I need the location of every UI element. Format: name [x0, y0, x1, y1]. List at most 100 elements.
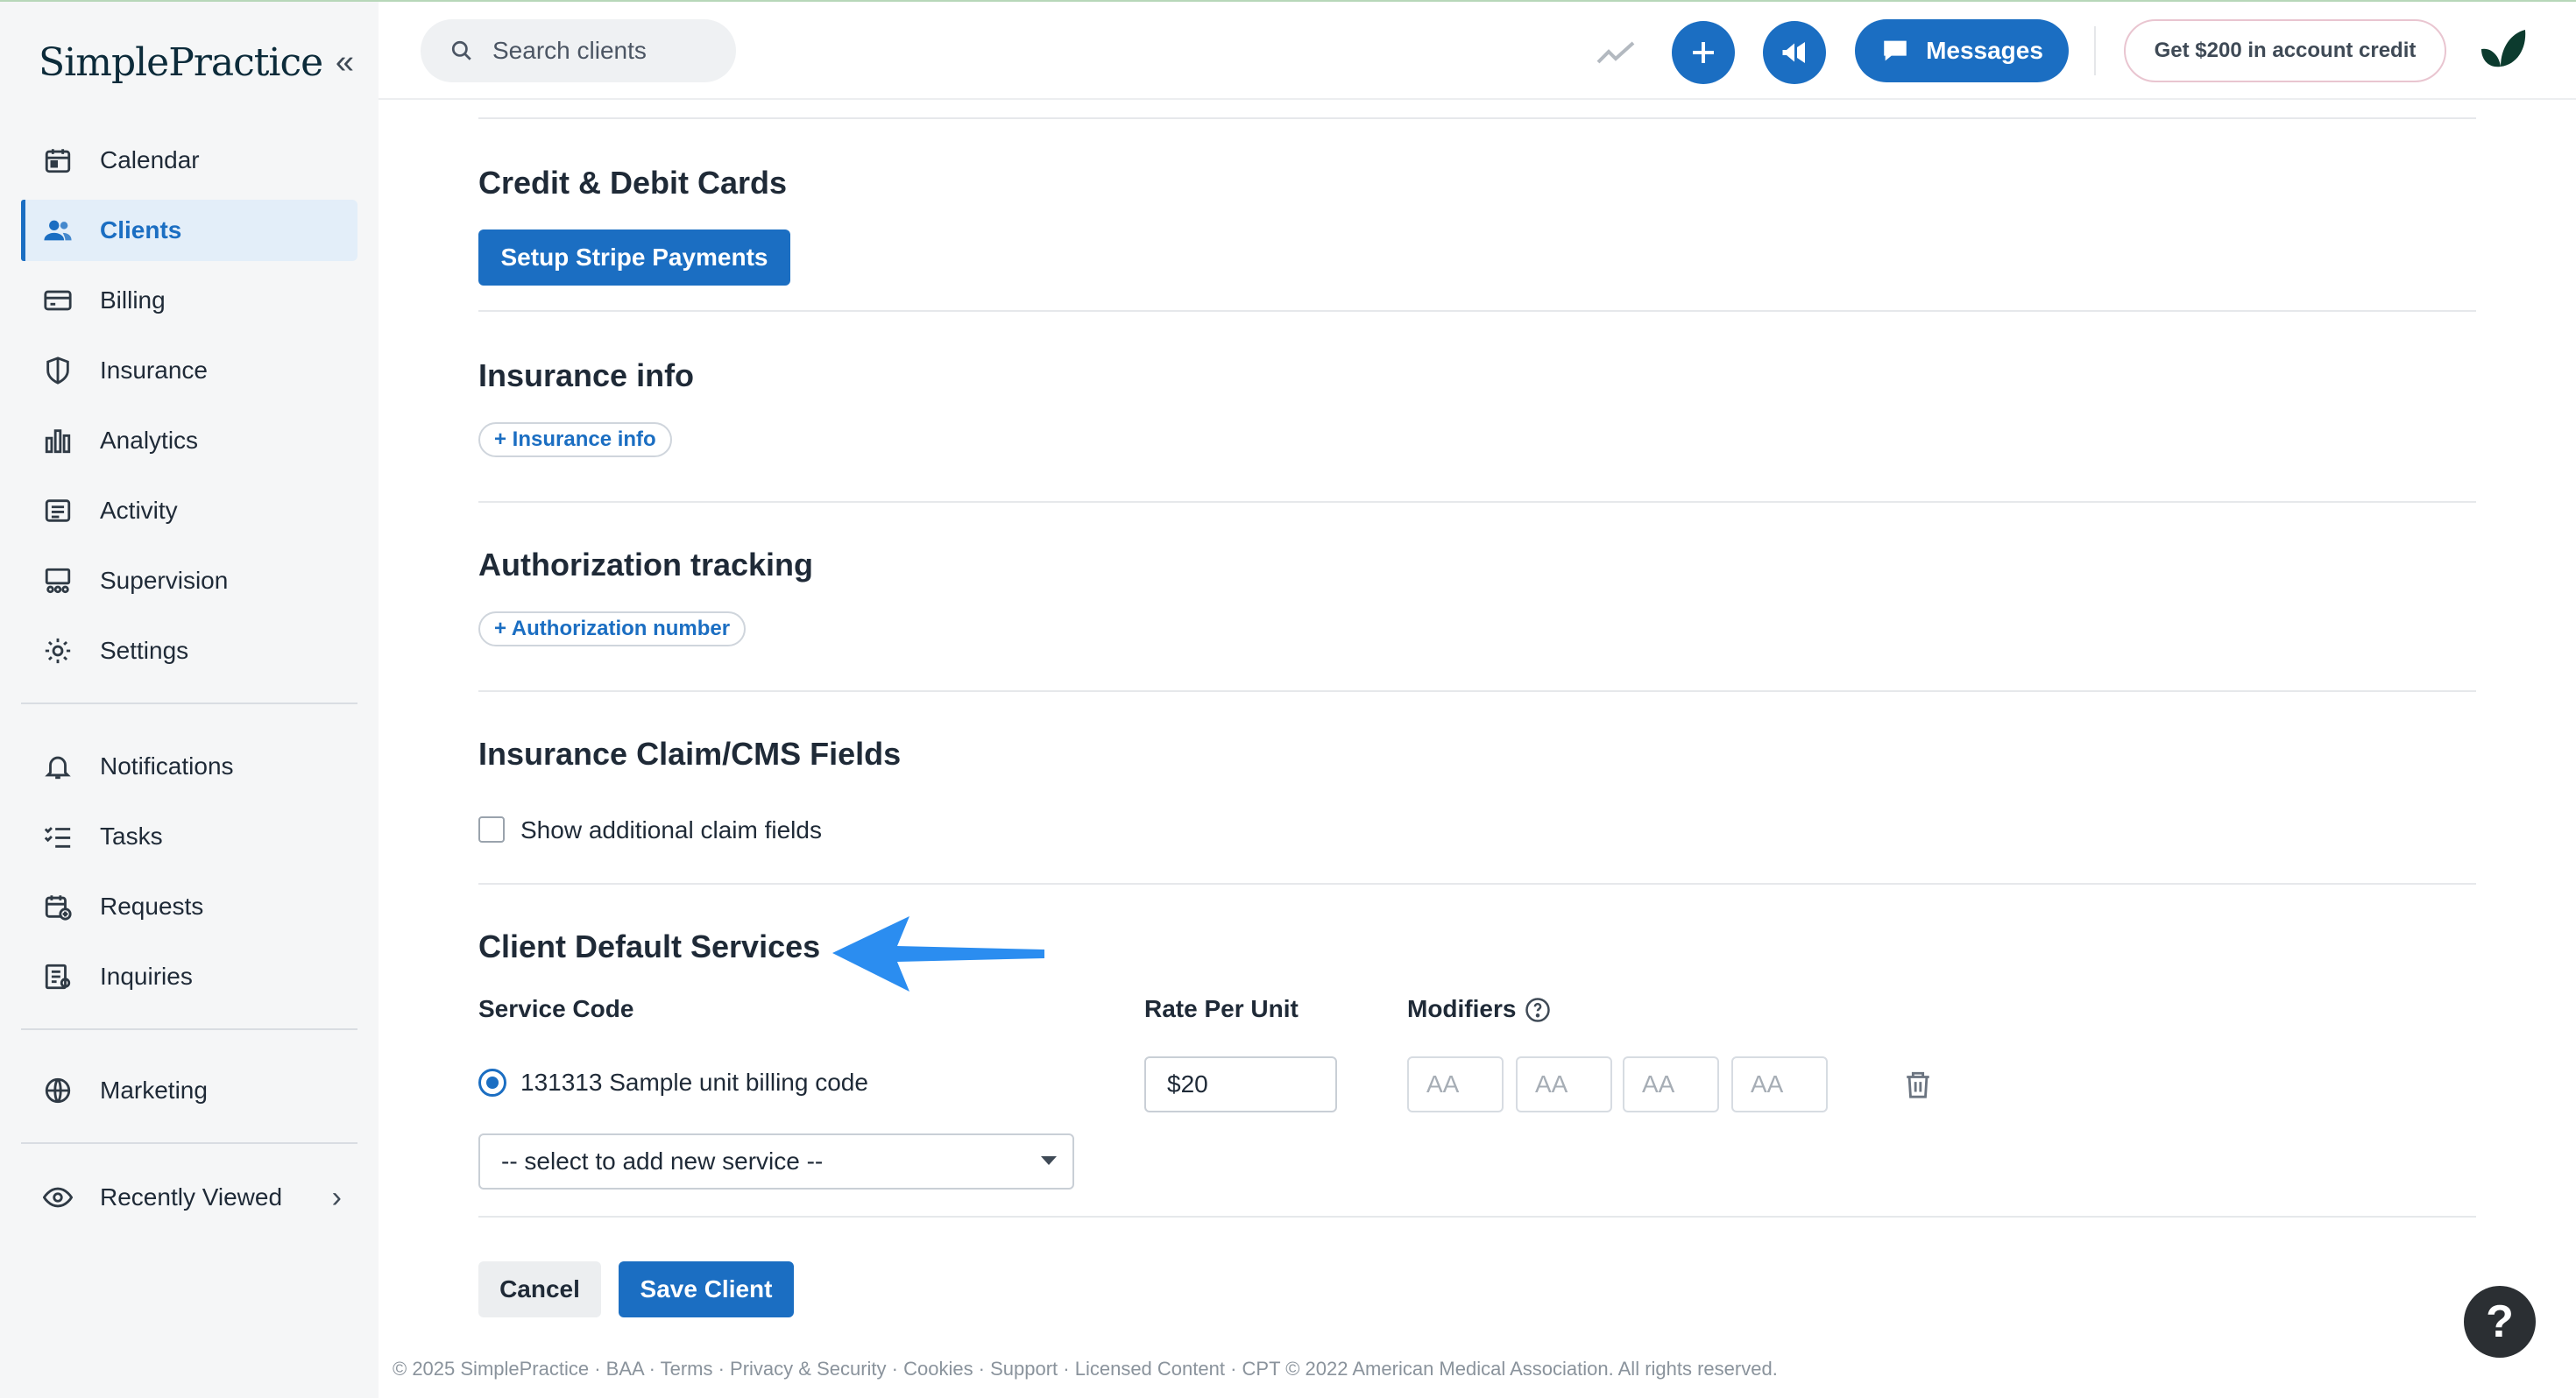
- section-title-insurance: Insurance info: [478, 357, 695, 393]
- rate-per-unit-input[interactable]: $20: [1144, 1056, 1337, 1112]
- topbar-separator: [2094, 26, 2096, 75]
- sidebar-item-billing[interactable]: Billing: [21, 270, 357, 331]
- section-divider: [478, 117, 2476, 119]
- sidebar-divider: [21, 1028, 357, 1030]
- sidebar-item-label: Analytics: [100, 427, 199, 454]
- add-button[interactable]: [1672, 21, 1735, 84]
- chevron-down-icon: [1041, 1156, 1057, 1165]
- column-header-rate: Rate Per Unit: [1144, 995, 1299, 1022]
- sidebar-divider: [21, 1142, 357, 1144]
- section-title-default-services: Client Default Services: [478, 928, 821, 964]
- globe-icon: [40, 1073, 75, 1108]
- shield-icon: [40, 353, 75, 388]
- modifier-input-3[interactable]: AA: [1623, 1056, 1719, 1112]
- sidebar-item-label: Notifications: [100, 752, 234, 780]
- setup-stripe-button[interactable]: Setup Stripe Payments: [478, 229, 790, 286]
- sidebar-item-label: Tasks: [100, 823, 163, 850]
- column-header-service-code: Service Code: [478, 995, 634, 1022]
- add-service-select-value: -- select to add new service --: [501, 1147, 824, 1175]
- collapse-sidebar-icon[interactable]: «: [336, 46, 354, 79]
- sidebar-item-calendar[interactable]: Calendar: [21, 130, 357, 191]
- sidebar-item-label: Recently Viewed: [100, 1183, 283, 1211]
- save-client-button[interactable]: Save Client: [619, 1261, 794, 1317]
- chevron-right-icon: ›: [331, 1180, 342, 1214]
- sidebar-item-clients[interactable]: Clients: [21, 200, 357, 261]
- sidebar-item-insurance[interactable]: Insurance: [21, 340, 357, 401]
- messages-label: Messages: [1926, 37, 2043, 64]
- column-header-modifiers: Modifiers: [1407, 995, 1517, 1022]
- logo[interactable]: SimplePractice: [39, 40, 323, 85]
- gear-icon: [40, 633, 75, 668]
- billing-card-icon: [40, 283, 75, 318]
- search-placeholder: Search clients: [492, 37, 647, 64]
- bar-chart-icon: [40, 423, 75, 458]
- sidebar-item-requests[interactable]: Requests: [21, 876, 357, 937]
- help-circle-icon[interactable]: [1525, 997, 1551, 1023]
- sidebar-item-analytics[interactable]: Analytics: [21, 410, 357, 471]
- account-credit-button[interactable]: Get $200 in account credit: [2124, 19, 2446, 82]
- sidebar-item-marketing[interactable]: Marketing: [21, 1060, 357, 1121]
- sidebar-item-inquiries[interactable]: Inquiries: [21, 946, 357, 1007]
- logo-row: SimplePractice «: [39, 33, 354, 91]
- megaphone-icon: [1782, 42, 1805, 63]
- section-divider: [478, 690, 2476, 692]
- sidebar-item-settings[interactable]: Settings: [21, 620, 357, 681]
- sidebar-item-recently-viewed[interactable]: Recently Viewed ›: [21, 1167, 357, 1228]
- section-title-cards: Credit & Debit Cards: [478, 165, 788, 201]
- show-claim-fields-label: Show additional claim fields: [520, 816, 822, 844]
- section-title-authorization: Authorization tracking: [478, 547, 814, 582]
- chat-bubble-icon: [1884, 40, 1907, 61]
- section-divider: [478, 501, 2476, 503]
- sidebar-item-notifications[interactable]: Notifications: [21, 736, 357, 797]
- plus-icon: [1693, 42, 1714, 63]
- sidebar-item-label: Settings: [100, 637, 189, 664]
- show-claim-fields-checkbox[interactable]: [478, 816, 505, 843]
- messages-button[interactable]: Messages: [1855, 19, 2069, 82]
- sidebar-item-label: Marketing: [100, 1077, 208, 1104]
- top-bar: Search clients Messages Get $200 in acco…: [379, 2, 2576, 100]
- service-code-value: 131313 Sample unit billing code: [520, 1069, 868, 1096]
- sidebar-item-label: Requests: [100, 893, 204, 920]
- sidebar-item-activity[interactable]: Activity: [21, 480, 357, 541]
- recently-viewed-nav: Recently Viewed ›: [21, 1167, 357, 1228]
- sidebar-item-label: Billing: [100, 286, 166, 314]
- supervision-icon: [40, 563, 75, 598]
- announcements-button[interactable]: [1763, 21, 1826, 84]
- inquiries-icon: [40, 959, 75, 994]
- modifier-input-1[interactable]: AA: [1407, 1056, 1504, 1112]
- calendar-icon: [40, 143, 75, 178]
- search-icon: [451, 40, 471, 60]
- annotation-arrow: [832, 916, 1044, 992]
- sidebar-item-label: Supervision: [100, 567, 229, 594]
- sidebar-item-label: Activity: [100, 497, 178, 524]
- search-input[interactable]: Search clients: [421, 19, 736, 82]
- cancel-button[interactable]: Cancel: [478, 1261, 601, 1317]
- sidebar: SimplePractice « Calendar Clients Billin…: [0, 2, 379, 1398]
- trend-icon[interactable]: [1589, 21, 1642, 84]
- brand-leaf-icon: [2481, 30, 2526, 67]
- modifier-input-4[interactable]: AA: [1731, 1056, 1828, 1112]
- sidebar-item-label: Insurance: [100, 357, 208, 384]
- sidebar-item-supervision[interactable]: Supervision: [21, 550, 357, 611]
- footer-legal: © 2025 SimplePractice · BAA · Terms · Pr…: [393, 1358, 1778, 1380]
- section-divider: [478, 1216, 2476, 1218]
- sidebar-item-label: Clients: [100, 216, 182, 244]
- add-service-select[interactable]: -- select to add new service --: [478, 1133, 1074, 1190]
- bell-icon: [40, 749, 75, 784]
- add-insurance-info-link[interactable]: + Insurance info: [478, 422, 672, 457]
- add-authorization-number-link[interactable]: + Authorization number: [478, 611, 747, 646]
- section-divider: [478, 310, 2476, 312]
- help-button[interactable]: ?: [2464, 1286, 2536, 1358]
- primary-nav: Calendar Clients Billing Insurance Analy…: [21, 130, 357, 681]
- tasks-checklist-icon: [40, 819, 75, 854]
- eye-icon: [40, 1180, 75, 1215]
- modifier-input-2[interactable]: AA: [1516, 1056, 1612, 1112]
- default-service-radio[interactable]: [478, 1069, 506, 1097]
- sidebar-item-label: Calendar: [100, 146, 200, 173]
- sidebar-item-tasks[interactable]: Tasks: [21, 806, 357, 867]
- clients-icon: [40, 213, 75, 248]
- section-divider: [478, 883, 2476, 885]
- calendar-request-icon: [40, 889, 75, 924]
- avatar[interactable]: [2471, 21, 2534, 84]
- trash-icon[interactable]: [1903, 1069, 1933, 1100]
